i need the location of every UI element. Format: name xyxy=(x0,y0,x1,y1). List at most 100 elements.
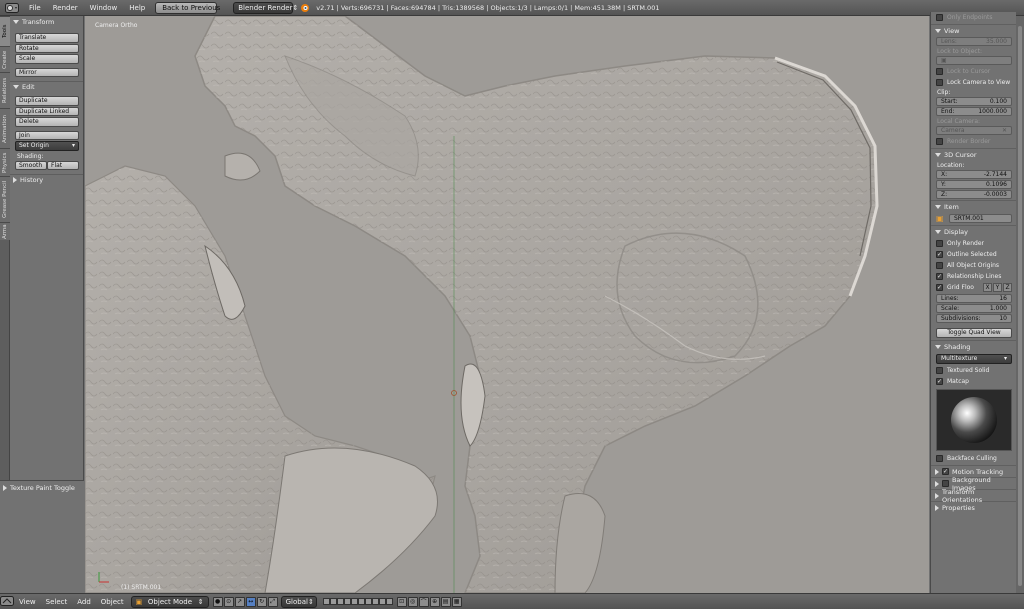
textured-solid-checkbox[interactable]: Textured Solid xyxy=(936,366,1016,375)
only-render-checkbox[interactable]: Only Render xyxy=(936,239,1016,248)
outline-selected-checkbox[interactable]: ✓ Outline Selected xyxy=(936,250,1016,259)
duplicate-linked-button[interactable]: Duplicate Linked xyxy=(15,106,79,116)
render-border-checkbox[interactable]: Render Border xyxy=(936,137,1016,146)
proportional-edit-icon[interactable]: ◎ xyxy=(407,596,418,607)
scale-button[interactable]: Scale xyxy=(15,54,79,64)
shading-mode-select[interactable]: Multitexture ▾ xyxy=(936,354,1012,364)
grid-lines-field[interactable]: Lines: 16 xyxy=(936,294,1012,303)
grid-scale-field[interactable]: Scale: 1.000 xyxy=(936,304,1012,313)
lock-cursor-checkbox[interactable]: Lock to Cursor xyxy=(936,67,1016,76)
expanded-triangle-icon xyxy=(935,152,941,157)
cursor-z-field[interactable]: Z: -0.0003 xyxy=(936,190,1012,199)
shading-panel-header[interactable]: Shading xyxy=(931,340,1016,352)
back-to-previous-button[interactable]: Back to Previous xyxy=(155,1,220,14)
grid-subdivisions-field[interactable]: Subdivisions: 10 xyxy=(936,314,1012,323)
properties-scrollbar[interactable] xyxy=(1016,16,1024,593)
matcap-checkbox[interactable]: ✓ Matcap xyxy=(936,377,1016,386)
menu-select[interactable]: Select xyxy=(41,598,73,606)
grid-floor-checkbox[interactable]: ✓ Grid Floo X Y Z xyxy=(936,283,1016,292)
matcap-preview[interactable] xyxy=(936,389,1012,451)
item-panel-header[interactable]: Item xyxy=(931,200,1016,212)
render-preview-icon[interactable]: ▤ xyxy=(440,596,451,607)
operator-panel-header[interactable]: Texture Paint Toggle xyxy=(0,482,84,493)
layer-11-button[interactable] xyxy=(357,598,365,605)
axis-x-toggle[interactable]: X xyxy=(983,283,992,292)
checkbox-box[interactable] xyxy=(942,480,949,487)
mode-select[interactable]: ▣ Object Mode ⇕ xyxy=(130,595,209,608)
layer-14-button[interactable] xyxy=(378,598,386,605)
lens-field[interactable]: Lens: 35.000 xyxy=(936,37,1012,46)
lock-object-field[interactable]: ▣ xyxy=(936,56,1012,65)
menu-render[interactable]: Render xyxy=(47,4,84,12)
history-panel-header[interactable]: History xyxy=(10,174,83,185)
editor-type-icon[interactable] xyxy=(4,2,20,14)
mirror-button[interactable]: Mirror xyxy=(15,67,79,77)
toggle-quad-view-button[interactable]: Toggle Quad View xyxy=(936,328,1012,338)
transform-orientations-panel-header[interactable]: Transform Orientations xyxy=(931,488,1016,504)
delete-button[interactable]: Delete xyxy=(15,117,79,127)
tab-animation[interactable]: Animation xyxy=(0,108,10,148)
cursor-y-field[interactable]: Y: 0.1096 xyxy=(936,180,1012,189)
layer-1-button[interactable] xyxy=(322,598,330,605)
set-origin-select[interactable]: Set Origin ▾ xyxy=(15,141,79,151)
viewport-shading-icon[interactable]: ● xyxy=(212,596,223,607)
axis-y-toggle[interactable]: Y xyxy=(993,283,1002,292)
layer-13-button[interactable] xyxy=(371,598,379,605)
editor-type-icon[interactable] xyxy=(0,595,14,608)
lock-layers-icon[interactable]: ⊡ xyxy=(396,596,407,607)
tab-create[interactable]: Create xyxy=(0,46,10,72)
translate-manipulator-icon[interactable]: ↔ xyxy=(245,596,256,607)
tab-relations[interactable]: Relations xyxy=(0,72,10,108)
layer-3-button[interactable] xyxy=(336,598,344,605)
layer-2-button[interactable] xyxy=(329,598,337,605)
snap-icon[interactable]: ⌒ xyxy=(418,596,429,607)
checkmark-icon[interactable]: ✓ xyxy=(942,468,949,475)
only-endpoints-checkbox[interactable]: Only Endpoints xyxy=(936,13,1016,22)
edit-panel-header[interactable]: Edit xyxy=(10,81,83,92)
snap-target-icon[interactable]: ⊕ xyxy=(429,596,440,607)
tab-arma[interactable]: Arma xyxy=(0,222,10,240)
menu-window[interactable]: Window xyxy=(84,4,124,12)
tab-physics[interactable]: Physics xyxy=(0,148,10,176)
display-panel-header[interactable]: Display xyxy=(931,225,1016,237)
scrollbar-thumb[interactable] xyxy=(1018,26,1022,586)
rotate-button[interactable]: Rotate xyxy=(15,43,79,53)
flat-button[interactable]: Flat xyxy=(47,160,79,170)
menu-file[interactable]: File xyxy=(23,4,47,12)
menu-add[interactable]: Add xyxy=(72,598,96,606)
axis-z-toggle[interactable]: Z xyxy=(1003,283,1012,292)
backface-culling-checkbox[interactable]: Backface Culling xyxy=(936,454,1016,463)
layer-12-button[interactable] xyxy=(364,598,372,605)
item-name-field[interactable]: SRTM.001 xyxy=(949,214,1012,223)
clip-start-field[interactable]: Start: 0.100 xyxy=(936,97,1012,106)
layer-4-button[interactable] xyxy=(343,598,351,605)
all-object-origins-checkbox[interactable]: All Object Origins xyxy=(936,261,1016,270)
3d-viewport[interactable]: Camera Ortho (1) SRTM.001 xyxy=(85,16,929,593)
menu-object[interactable]: Object xyxy=(96,598,129,606)
clip-end-field[interactable]: End: 1000.000 xyxy=(936,107,1012,116)
rotate-manipulator-icon[interactable]: ↻ xyxy=(256,596,267,607)
view-panel-header[interactable]: View xyxy=(931,24,1016,36)
pivot-point-icon[interactable]: ⊙ xyxy=(223,596,234,607)
relationship-lines-checkbox[interactable]: ✓ Relationship Lines xyxy=(936,272,1016,281)
scale-manipulator-icon[interactable]: ⤢ xyxy=(267,596,278,607)
local-camera-field[interactable]: Camera ✕ xyxy=(936,126,1012,135)
orientation-select[interactable]: Global ⇕ xyxy=(280,595,317,608)
duplicate-button[interactable]: Duplicate xyxy=(15,96,79,106)
cursor-x-field[interactable]: X: -2.7144 xyxy=(936,170,1012,179)
transform-panel-header[interactable]: Transform xyxy=(10,16,83,27)
manipulator-icon[interactable]: ↗ xyxy=(234,596,245,607)
render-animation-icon[interactable]: ▦ xyxy=(451,596,462,607)
layer-5-button[interactable] xyxy=(350,598,358,605)
smooth-button[interactable]: Smooth xyxy=(15,160,47,170)
tab-tools[interactable]: Tools xyxy=(0,16,10,46)
tab-grease-pencil[interactable]: Grease Pencil xyxy=(0,176,10,222)
menu-help[interactable]: Help xyxy=(123,4,151,12)
layer-15-button[interactable] xyxy=(385,598,393,605)
join-button[interactable]: Join xyxy=(15,130,79,140)
render-engine-select[interactable]: Blender Render ⇕ xyxy=(233,1,298,14)
lock-camera-checkbox[interactable]: Lock Camera to View xyxy=(936,78,1016,87)
menu-view[interactable]: View xyxy=(14,598,41,606)
3d-cursor-panel-header[interactable]: 3D Cursor xyxy=(931,148,1016,160)
translate-button[interactable]: Translate xyxy=(15,33,79,43)
